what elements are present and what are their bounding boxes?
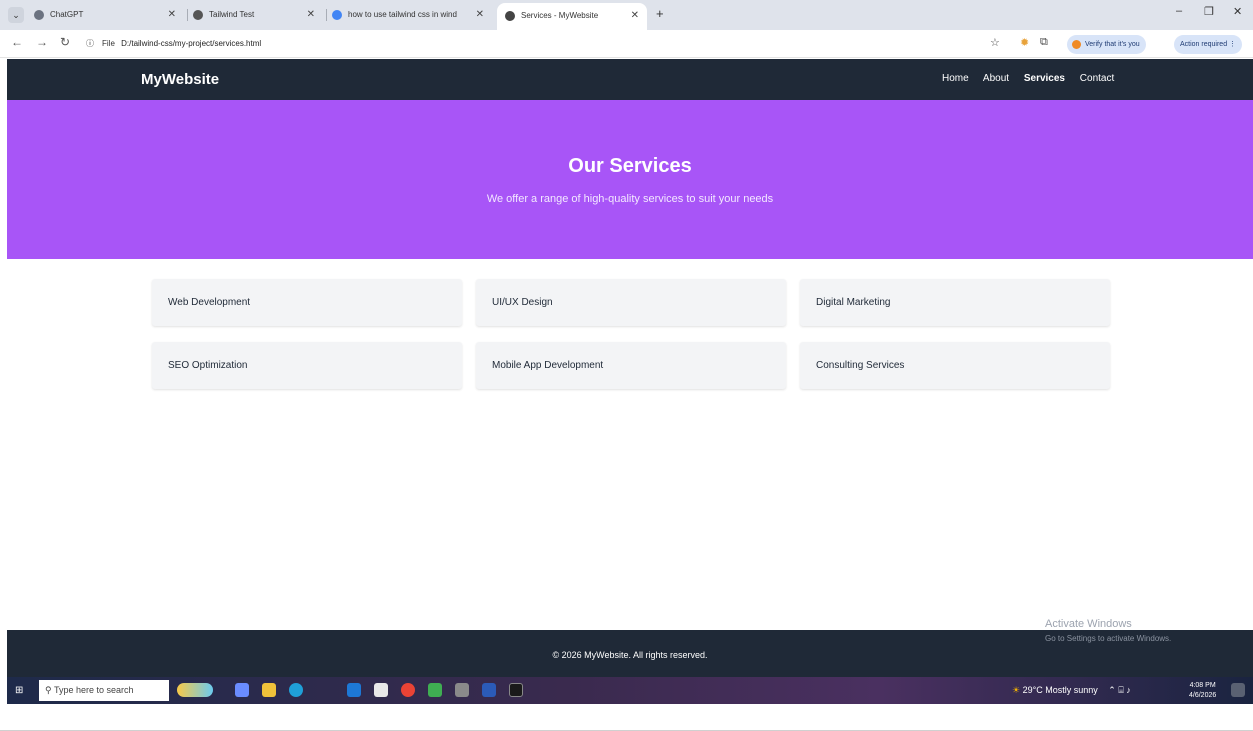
- tab-chatgpt[interactable]: ChatGPT ✕: [34, 4, 184, 26]
- url-text: D:/tailwind-css/my-project/services.html: [121, 39, 262, 48]
- info-icon[interactable]: ⓘ: [86, 39, 94, 48]
- tab-title: Tailwind Test: [209, 10, 255, 19]
- weather-text: 29°C Mostly sunny: [1022, 685, 1098, 695]
- close-tab-icon[interactable]: ✕: [472, 4, 484, 26]
- outlook-icon[interactable]: [347, 683, 361, 697]
- tab-services-mywebsite[interactable]: Services - MyWebsite ✕: [497, 3, 647, 30]
- windows-taskbar: ⊞ ⚲ Type here to search ☀ 29°C Mostly su…: [7, 677, 1253, 704]
- notepad-plus-icon[interactable]: [428, 683, 442, 697]
- minimize-icon[interactable]: –: [1176, 5, 1182, 17]
- tab-separator: [187, 9, 188, 21]
- chatgpt-favicon-icon: [34, 9, 44, 20]
- taskbar-search-input[interactable]: ⚲ Type here to search: [39, 680, 169, 701]
- action-label: Action required: [1180, 41, 1228, 48]
- reload-icon[interactable]: ↻: [60, 35, 70, 49]
- copilot-sparkle-icon[interactable]: [177, 683, 213, 697]
- service-card-seo-optimization[interactable]: SEO Optimization: [152, 342, 462, 389]
- verify-label: Verify that it's you: [1085, 41, 1140, 48]
- bookmark-star-icon[interactable]: ☆: [990, 36, 1000, 49]
- browser-toolbar: ← → ↻ ⓘ File D:/tailwind-css/my-project/s…: [0, 30, 1253, 58]
- clock-date: 4/6/2026: [1189, 692, 1217, 699]
- close-tab-icon[interactable]: ✕: [168, 4, 176, 26]
- service-card-consulting-services[interactable]: Consulting Services: [800, 342, 1110, 389]
- file-explorer-icon[interactable]: [262, 683, 276, 697]
- tab-search-dropdown-icon[interactable]: ⌄: [8, 7, 24, 23]
- windows-start-icon[interactable]: ⊞: [15, 685, 23, 696]
- tab-tailwind-test[interactable]: Tailwind Test ✕: [193, 4, 323, 26]
- notification-icon[interactable]: [1231, 683, 1245, 697]
- verify-identity-button[interactable]: Verify that it's you: [1067, 35, 1146, 54]
- chrome-icon[interactable]: [401, 683, 415, 697]
- search-placeholder: Type here to search: [53, 685, 134, 695]
- close-tab-icon[interactable]: ✕: [631, 3, 639, 29]
- extension-gear-icon[interactable]: ✹: [1020, 36, 1029, 49]
- url-scheme-label: File: [102, 39, 115, 48]
- hero-subtitle: We offer a range of high-quality service…: [486, 193, 774, 205]
- weather-widget[interactable]: ☀ 29°C Mostly sunny ⌃ ⌸ ♪: [1012, 685, 1131, 696]
- clock-time: 4:08 PM: [1189, 682, 1216, 689]
- browser-tab-strip: ⌄ ChatGPT ✕ Tailwind Test ✕ how to use t…: [0, 0, 1253, 30]
- tab-google-search[interactable]: how to use tailwind css in wind ✕: [332, 4, 492, 26]
- back-arrow-icon[interactable]: ←: [11, 35, 23, 49]
- restore-icon[interactable]: ❐: [1204, 5, 1214, 18]
- close-window-icon[interactable]: ✕: [1233, 5, 1242, 18]
- extensions-puzzle-icon[interactable]: ⧉: [1040, 36, 1048, 49]
- globe-favicon-icon: [193, 9, 203, 20]
- tab-title: Services - MyWebsite: [521, 11, 599, 20]
- service-card-mobile-app-development[interactable]: Mobile App Development: [476, 342, 786, 389]
- footer-copyright: © 2026 MyWebsite. All rights reserved.: [552, 650, 708, 660]
- terminal-icon[interactable]: [509, 683, 523, 697]
- activation-watermark-title: Activate Windows: [1045, 618, 1132, 630]
- word-icon[interactable]: [482, 683, 496, 697]
- address-bar[interactable]: ⓘ File D:/tailwind-css/my-project/service…: [86, 34, 966, 54]
- tab-separator: [326, 9, 327, 21]
- new-tab-icon[interactable]: +: [656, 6, 664, 21]
- nav-about[interactable]: About: [983, 73, 1009, 84]
- nav-home[interactable]: Home: [942, 73, 969, 84]
- tab-title: ChatGPT: [50, 10, 84, 19]
- tab-title: how to use tailwind css in wind: [348, 10, 457, 19]
- paint-icon[interactable]: [455, 683, 469, 697]
- kebab-menu-icon: ⋮: [1229, 41, 1237, 48]
- service-card-digital-marketing[interactable]: Digital Marketing: [800, 279, 1110, 326]
- profile-avatar-icon: [1072, 39, 1081, 49]
- search-icon: ⚲: [45, 685, 52, 695]
- site-menu: Home About Services Contact: [942, 73, 1126, 84]
- site-navbar: MyWebsite Home About Services Contact: [7, 59, 1253, 100]
- service-card-ui-ux-design[interactable]: UI/UX Design: [476, 279, 786, 326]
- network-icon[interactable]: ⌸: [1118, 685, 1123, 695]
- edge-browser-icon[interactable]: [289, 683, 303, 697]
- store-icon[interactable]: [374, 683, 388, 697]
- nav-services[interactable]: Services: [1024, 73, 1065, 84]
- activation-watermark-subtitle: Go to Settings to activate Windows.: [1045, 634, 1172, 643]
- globe-favicon-icon: [505, 10, 515, 21]
- taskbar-clock[interactable]: 4:08 PM 4/6/2026: [1189, 681, 1216, 701]
- weather-sun-icon: ☀: [1012, 685, 1021, 695]
- volume-icon[interactable]: ♪: [1126, 685, 1131, 695]
- hero-banner: Our Services We offer a range of high-qu…: [7, 100, 1253, 259]
- hero-title: Our Services: [568, 155, 692, 177]
- forward-arrow-icon[interactable]: →: [36, 35, 48, 49]
- service-card-web-development[interactable]: Web Development: [152, 279, 462, 326]
- site-brand[interactable]: MyWebsite: [141, 71, 219, 88]
- action-required-button[interactable]: Action required ⋮: [1174, 35, 1243, 54]
- nav-contact[interactable]: Contact: [1080, 73, 1114, 84]
- google-favicon-icon: [332, 9, 342, 20]
- close-tab-icon[interactable]: ✕: [307, 4, 315, 26]
- system-tray-chevron-icon[interactable]: ⌃: [1108, 685, 1116, 695]
- copilot-app-icon[interactable]: [235, 683, 249, 697]
